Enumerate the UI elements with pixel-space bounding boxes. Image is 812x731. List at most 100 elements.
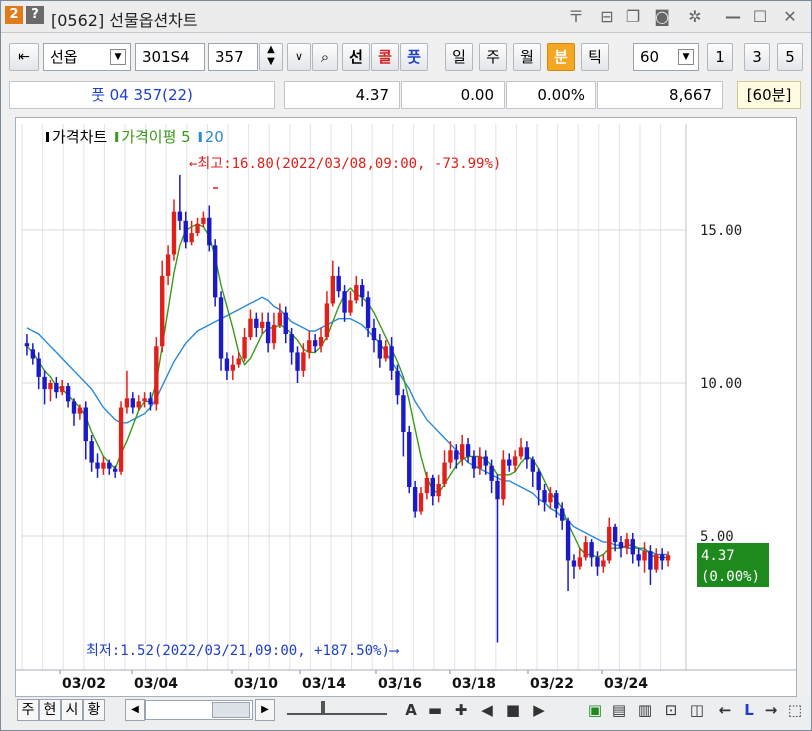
candle-body: [254, 318, 259, 328]
market-select[interactable]: 선옵 ▼: [43, 43, 131, 71]
candle: [601, 554, 606, 573]
candle: [118, 401, 124, 475]
quick-interval-5[interactable]: 5: [777, 43, 803, 71]
candle-body: [189, 233, 194, 243]
candle: [583, 536, 588, 561]
candle-body: [442, 462, 447, 484]
strike-stepper[interactable]: ▲ ▼: [259, 43, 283, 71]
zoom-slider[interactable]: [287, 701, 387, 715]
tab-market[interactable]: 시: [61, 699, 83, 721]
candle-body: [483, 456, 488, 466]
call-button[interactable]: 콜: [371, 43, 399, 71]
candle-body: [24, 343, 30, 347]
legend-label: 20: [205, 128, 224, 146]
rewind-icon[interactable]: ◀: [477, 700, 497, 720]
minus-icon[interactable]: ▬: [425, 700, 445, 720]
candle-body: [165, 254, 171, 276]
period-month-tab[interactable]: 월: [513, 43, 541, 71]
text-tool-icon[interactable]: A: [401, 700, 421, 720]
candle-body: [36, 358, 41, 377]
y-axis-ticks: 15.00 10.00 5.00: [700, 223, 742, 545]
candle-body: [77, 407, 83, 414]
layout-icon[interactable]: ◫: [687, 700, 707, 720]
chevron-down-icon[interactable]: ▼: [678, 49, 694, 65]
zoom-slider-handle[interactable]: [321, 701, 325, 715]
period-week-tab[interactable]: 주: [479, 43, 507, 71]
candle-body: [407, 431, 412, 488]
candle-body: [236, 358, 241, 365]
candle-body: [654, 554, 659, 570]
candle-body: [330, 275, 335, 304]
candle: [189, 220, 194, 246]
tab-current[interactable]: 현: [39, 699, 61, 721]
interval-select[interactable]: 60 ▼: [633, 43, 699, 71]
candle-body: [95, 462, 100, 469]
candle: [295, 346, 300, 383]
tab-status[interactable]: 황: [83, 699, 105, 721]
quick-interval-1[interactable]: 1: [707, 43, 733, 71]
chart-zoom-icon[interactable]: ⬚: [785, 700, 805, 720]
period-minute-tab[interactable]: 분: [547, 43, 575, 71]
stop-icon[interactable]: ■: [503, 700, 523, 720]
tab-weekly[interactable]: 주: [17, 699, 39, 721]
dropdown-chevron-icon[interactable]: ∨: [287, 43, 311, 71]
futures-button[interactable]: 선: [342, 43, 370, 71]
screenshot-icon[interactable]: ◙: [652, 7, 672, 27]
indicator-icon[interactable]: ⊡: [661, 700, 681, 720]
instrument-name: 풋 04 357(22): [9, 81, 275, 109]
title-bar: 2 ? [0562] 선물옵션차트 〒 ⊟ ❐ ◙ ✲ — ☐ ✕: [1, 1, 811, 33]
pin-icon[interactable]: 〒: [566, 7, 586, 27]
horizontal-scrollbar-track[interactable]: [145, 700, 253, 720]
save-icon[interactable]: ▤: [609, 700, 629, 720]
play-icon[interactable]: ▶: [529, 700, 549, 720]
quick-interval-3[interactable]: 3: [744, 43, 770, 71]
candle-body: [130, 398, 136, 408]
settings-gear-icon[interactable]: ✲: [685, 7, 705, 27]
candle-body: [395, 370, 400, 396]
candle-body: [342, 291, 347, 313]
put-button[interactable]: 풋: [400, 43, 428, 71]
candle: [154, 337, 159, 411]
candle-body: [324, 303, 330, 338]
candle-body: [659, 554, 665, 561]
candle: [312, 334, 318, 353]
arrow-right-icon[interactable]: →: [761, 700, 781, 720]
chart-canvas[interactable]: 15.00 10.00 5.00 03/02 03/04 03/10 03/14 03/16…: [16, 118, 796, 696]
help-badge[interactable]: ?: [26, 6, 44, 24]
minimize-icon[interactable]: —: [723, 7, 743, 27]
x-tick-label: 03/04: [134, 676, 178, 692]
copy-window-icon[interactable]: ❐: [623, 7, 643, 27]
close-icon[interactable]: ✕: [780, 7, 800, 27]
screen-number-badge[interactable]: 2: [5, 6, 23, 24]
candle: [442, 450, 447, 488]
candle-body: [424, 477, 430, 494]
letter-l-icon[interactable]: L: [739, 700, 759, 720]
search-icon[interactable]: ⌕: [312, 43, 338, 71]
candle-body: [183, 220, 188, 243]
link-icon[interactable]: ⊟: [597, 7, 617, 27]
scrollbar-thumb[interactable]: [212, 702, 250, 718]
candle: [354, 275, 359, 304]
scroll-right-button[interactable]: ▶: [255, 699, 275, 721]
period-tick-tab[interactable]: 틱: [581, 43, 609, 71]
maximize-icon[interactable]: ☐: [750, 7, 770, 27]
panel-toggle-button[interactable]: ⇤: [9, 43, 39, 71]
scroll-left-button[interactable]: ◀: [125, 699, 145, 721]
x-tick-label: 03/10: [234, 676, 278, 692]
candle-body: [401, 395, 406, 432]
chevron-down-icon[interactable]: ▼: [110, 49, 126, 65]
period-day-tab[interactable]: 일: [445, 43, 473, 71]
excel-icon[interactable]: ▣: [585, 700, 605, 720]
code-input[interactable]: 301S4: [135, 43, 205, 71]
plus-icon[interactable]: ✚: [451, 700, 471, 720]
candle-body: [642, 551, 647, 561]
arrow-left-icon[interactable]: ←: [715, 700, 735, 720]
candle: [254, 312, 259, 338]
chart-type-icon[interactable]: ▥: [635, 700, 655, 720]
candle: [218, 291, 224, 371]
candle-body: [607, 526, 612, 561]
candle-body: [177, 211, 183, 221]
price-chart[interactable]: 15.00 10.00 5.00 03/02 03/04 03/10 03/14 03/16…: [15, 117, 797, 697]
strike-input[interactable]: 357: [208, 43, 258, 71]
candle: [142, 392, 147, 408]
